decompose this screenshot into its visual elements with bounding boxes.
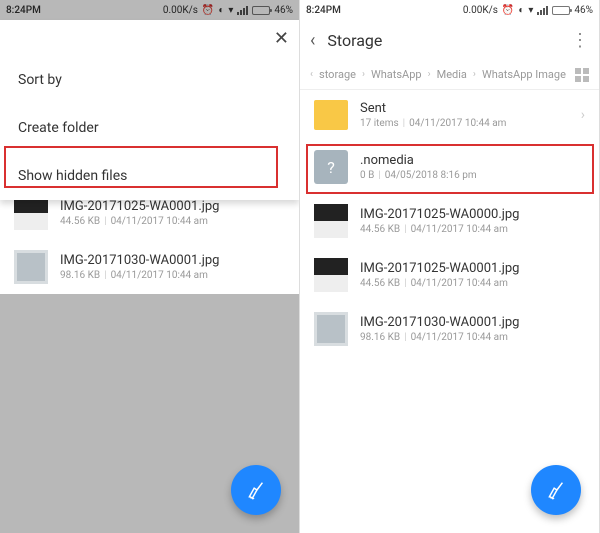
file-row-nomedia[interactable]: ? .nomedia 0 B|04/05/2018 8:16 pm (300, 140, 599, 194)
file-row[interactable]: IMG-20171030-WA0001.jpg 98.16 KB|04/11/2… (0, 240, 299, 294)
file-meta: 44.56 KB|04/11/2017 10:44 am (360, 224, 519, 235)
grid-view-icon[interactable] (575, 68, 589, 82)
image-thumbnail-icon (14, 196, 48, 230)
menu-show-hidden-files[interactable]: Show hidden files (0, 152, 299, 200)
image-thumbnail-icon (14, 250, 48, 284)
file-name: IMG-20171025-WA0000.jpg (360, 207, 519, 222)
image-thumbnail-icon (314, 258, 348, 292)
chevron-left-icon[interactable]: ‹ (310, 69, 313, 80)
close-icon[interactable]: ✕ (274, 28, 289, 49)
signal-icon (537, 6, 548, 15)
fab-clean-button[interactable] (531, 465, 581, 515)
battery-pct: 46% (274, 5, 293, 16)
wifi-icon: ▾ (228, 5, 233, 16)
alarm-icon: ⏰ (502, 5, 514, 16)
more-icon[interactable]: ⋮ (571, 30, 589, 51)
options-menu-sheet: ✕ Sort by Create folder Show hidden file… (0, 20, 299, 200)
breadcrumb-item[interactable]: storage (319, 68, 356, 81)
broom-icon (245, 479, 267, 501)
breadcrumb[interactable]: ‹ storage › WhatsApp › Media › WhatsApp … (300, 60, 599, 90)
folder-row[interactable]: Sent 17 items|04/11/2017 10:44 am › (300, 90, 599, 140)
battery-icon (252, 6, 270, 15)
status-time: 8:24PM (6, 5, 41, 16)
file-name: Sent (360, 101, 506, 116)
image-thumbnail-icon (314, 204, 348, 238)
folder-icon (314, 100, 348, 130)
file-name: .nomedia (360, 153, 477, 168)
file-row[interactable]: IMG-20171025-WA0001.jpg 44.56 KB|04/11/2… (300, 248, 599, 302)
menu-item-label: Create folder (18, 120, 99, 136)
menu-sort-by[interactable]: Sort by (0, 56, 299, 104)
status-bar: 8:24PM 0.00K/s ⏰ ◐ ▾ 46% (0, 0, 299, 20)
wifi-icon: ▾ (528, 5, 533, 16)
file-meta: 17 items|04/11/2017 10:44 am (360, 118, 506, 129)
page-title: Storage (327, 31, 559, 50)
breadcrumb-item[interactable]: Media (437, 68, 467, 81)
file-row[interactable]: IMG-20171030-WA0001.jpg 98.16 KB|04/11/2… (300, 302, 599, 356)
file-row[interactable]: IMG-20171025-WA0000.jpg 44.56 KB|04/11/2… (300, 194, 599, 248)
fab-clean-button[interactable] (231, 465, 281, 515)
menu-create-folder[interactable]: Create folder (0, 104, 299, 152)
image-thumbnail-icon (314, 312, 348, 346)
alarm-icon: ⏰ (202, 5, 214, 16)
broom-icon (545, 479, 567, 501)
file-meta: 44.56 KB|04/11/2017 10:44 am (60, 216, 219, 227)
menu-item-label: Show hidden files (18, 168, 127, 184)
file-meta: 44.56 KB|04/11/2017 10:44 am (360, 278, 519, 289)
file-list: Sent 17 items|04/11/2017 10:44 am › ? .n… (300, 90, 599, 356)
back-icon[interactable]: ‹ (310, 30, 315, 51)
status-bar: 8:24PM 0.00K/s ⏰ ◐ ▾ 46% (300, 0, 599, 20)
breadcrumb-item[interactable]: WhatsApp (371, 68, 422, 81)
file-name: IMG-20171025-WA0001.jpg (60, 199, 219, 214)
dnd-icon: ◐ (218, 5, 224, 16)
file-name: IMG-20171030-WA0001.jpg (60, 253, 219, 268)
file-meta: 98.16 KB|04/11/2017 10:44 am (360, 332, 519, 343)
status-time: 8:24PM (306, 5, 341, 16)
battery-pct: 46% (574, 5, 593, 16)
file-meta: 98.16 KB|04/11/2017 10:44 am (60, 270, 219, 281)
chevron-right-icon: › (581, 107, 585, 123)
breadcrumb-item[interactable]: WhatsApp Image (482, 68, 566, 81)
file-name: IMG-20171030-WA0001.jpg (360, 315, 519, 330)
status-net-speed: 0.00K/s (463, 5, 498, 16)
file-meta: 0 B|04/05/2018 8:16 pm (360, 170, 477, 181)
status-net-speed: 0.00K/s (163, 5, 198, 16)
left-panel: 8:24PM 0.00K/s ⏰ ◐ ▾ 46% IMG-20171025-WA… (0, 0, 300, 533)
dnd-icon: ◐ (518, 5, 524, 16)
file-name: IMG-20171025-WA0001.jpg (360, 261, 519, 276)
app-bar: ‹ Storage ⋮ (300, 20, 599, 60)
unknown-file-icon: ? (314, 150, 348, 184)
signal-icon (237, 6, 248, 15)
right-panel: 8:24PM 0.00K/s ⏰ ◐ ▾ 46% ‹ Storage ⋮ ‹ s… (300, 0, 600, 533)
background-file-list: IMG-20171025-WA0001.jpg 44.56 KB|04/11/2… (0, 186, 299, 294)
menu-item-label: Sort by (18, 72, 62, 88)
battery-icon (552, 6, 570, 15)
